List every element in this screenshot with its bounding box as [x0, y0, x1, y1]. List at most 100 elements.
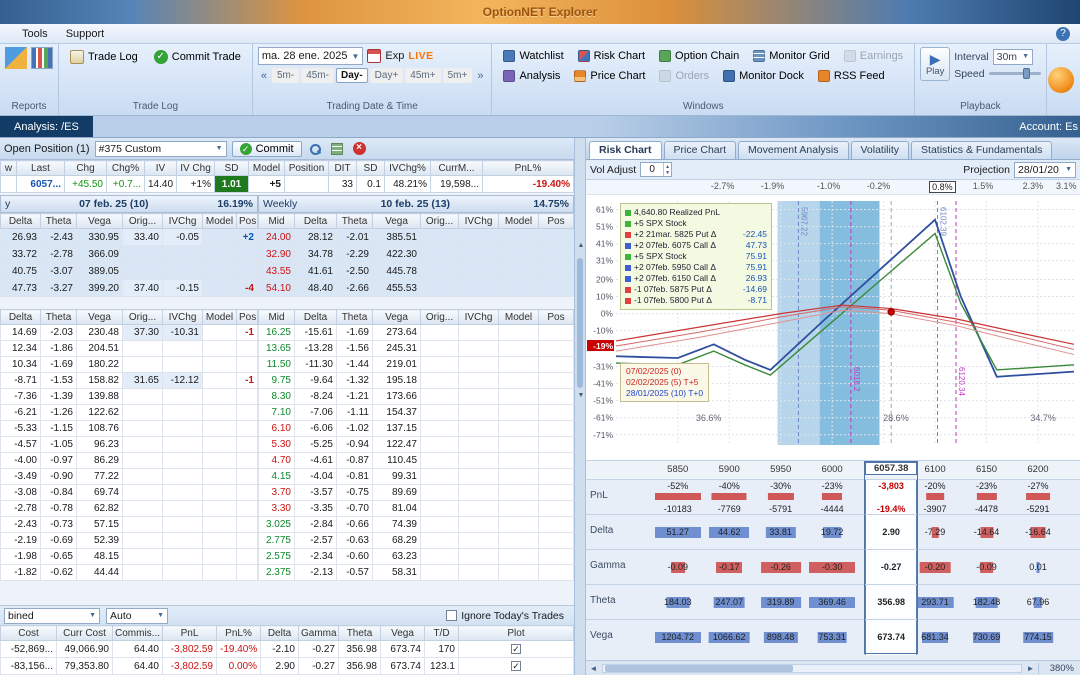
table-row[interactable]: 6.10 -6.06 -1.02 137.15 — [258, 420, 574, 437]
table-row[interactable]: 11.50 -11.30 -1.44 219.01 — [258, 356, 574, 373]
tab-analysis-es[interactable]: Analysis: /ES — [0, 116, 93, 137]
column-header[interactable]: Pos — [236, 309, 258, 325]
table-row[interactable]: -52,869... 49,066.90 64.40 -3,802.59 -19.40%… — [0, 640, 574, 658]
column-header[interactable]: Theta — [40, 213, 77, 229]
price-chart-button[interactable]: Price Chart — [568, 67, 651, 85]
nav-45m-back[interactable]: 45m- — [301, 68, 334, 83]
table-row[interactable]: 13.65 -13.28 -1.56 245.31 — [258, 340, 574, 357]
rewind-icon[interactable]: « — [258, 70, 270, 82]
column-header[interactable]: Model — [498, 213, 539, 229]
column-header[interactable]: Pos — [538, 309, 574, 325]
expiration-header-weekly[interactable]: Weekly 10 feb. 25 (13) 14.75% — [258, 195, 574, 213]
rss-feed-button[interactable]: RSS Feed — [812, 67, 891, 85]
table-row[interactable]: 14.69 -2.03 230.48 37.30 -10.31 -1 — [0, 324, 258, 341]
orders-button[interactable]: Orders — [653, 67, 715, 85]
table-row[interactable]: -3.49 -0.90 77.22 — [0, 468, 258, 485]
table-row[interactable]: 3.025 -2.84 -0.66 74.39 — [258, 516, 574, 533]
table-row[interactable]: -83,156... 79,353.80 64.40 -3,802.59 0.00% 2.… — [0, 657, 574, 675]
close-position-button[interactable]: × — [351, 140, 368, 157]
table-row[interactable]: -1.82 -0.62 44.44 — [0, 564, 258, 581]
table-row[interactable]: 4.70 -4.61 -0.87 110.45 — [258, 452, 574, 469]
table-row[interactable]: 47.73 -3.27 399.20 37.40 -0.15 -4 — [0, 279, 258, 297]
column-header[interactable]: Last — [16, 160, 65, 176]
menu-tools[interactable]: Tools — [22, 28, 48, 40]
column-header[interactable]: PnL — [162, 625, 217, 641]
ignore-trades-checkbox[interactable] — [446, 610, 458, 621]
search-button[interactable] — [307, 140, 324, 157]
column-header[interactable]: Delta — [0, 213, 41, 229]
watchlist-button[interactable]: Watchlist — [497, 47, 569, 65]
table-row[interactable]: 8.30 -8.24 -1.21 173.66 — [258, 388, 574, 405]
column-header[interactable]: Model — [202, 309, 237, 325]
column-header[interactable]: Pos — [236, 213, 258, 229]
column-header[interactable]: Theta — [336, 309, 373, 325]
column-header[interactable]: Curr Cost — [56, 625, 113, 641]
nav-5m-fwd[interactable]: 5m+ — [442, 68, 473, 83]
table-row[interactable]: -4.57 -1.05 96.23 — [0, 436, 258, 453]
table-row[interactable]: 26.93 -2.43 330.95 33.40 -0.05 +2 — [0, 228, 258, 246]
column-header[interactable]: Vega — [372, 213, 421, 229]
plot-checkbox[interactable]: ✓ — [511, 643, 521, 654]
table-row[interactable]: 43.55 41.61 -2.50 445.78 — [258, 262, 574, 280]
table-row[interactable]: 54.10 48.40 -2.66 455.53 — [258, 279, 574, 297]
column-header[interactable]: Delta — [294, 309, 337, 325]
expiration-header-monthly[interactable]: y 07 feb. 25 (10) 16.19% — [0, 195, 258, 213]
report-chart-icon[interactable] — [5, 47, 27, 69]
help-icon[interactable]: ? — [1056, 26, 1070, 41]
column-header[interactable]: SD — [356, 160, 385, 176]
table-row[interactable]: 4.15 -4.04 -0.81 99.31 — [258, 468, 574, 485]
column-header[interactable]: CurrM... — [430, 160, 483, 176]
column-header[interactable]: Model — [498, 309, 539, 325]
table-row[interactable]: 9.75 -9.64 -1.32 195.18 — [258, 372, 574, 389]
table-row[interactable]: 24.00 28.12 -2.01 385.51 — [258, 228, 574, 246]
earnings-button[interactable]: Earnings — [838, 47, 909, 65]
column-header[interactable]: Theta — [336, 213, 373, 229]
nav-5m-back[interactable]: 5m- — [271, 68, 300, 83]
table-row[interactable]: 3.70 -3.57 -0.75 89.69 — [258, 484, 574, 501]
column-header[interactable]: Theta — [40, 309, 77, 325]
interval-select[interactable]: 30m ▼ — [992, 48, 1033, 65]
column-header[interactable]: Orig... — [420, 309, 459, 325]
ignore-trades-control[interactable]: Ignore Today's Trades — [446, 610, 564, 622]
table-row[interactable]: 7.10 -7.06 -1.11 154.37 — [258, 404, 574, 421]
column-header[interactable]: IVChg — [458, 213, 499, 229]
scroll-right-icon[interactable]: ► — [1023, 664, 1038, 673]
forward-icon[interactable]: » — [474, 70, 486, 82]
column-header[interactable]: Mid — [258, 213, 295, 229]
column-header[interactable]: T/D — [424, 625, 459, 641]
speed-slider-thumb[interactable] — [1022, 68, 1030, 79]
column-header[interactable]: Plot — [458, 625, 574, 641]
column-header[interactable]: Chg — [64, 160, 107, 176]
table-row[interactable]: -5.33 -1.15 108.76 — [0, 420, 258, 437]
column-header[interactable]: IVChg — [162, 213, 203, 229]
plot-checkbox[interactable]: ✓ — [511, 660, 521, 671]
spinner-arrows-icon[interactable]: ▲ ▼ — [663, 163, 671, 176]
combined-select[interactable]: bined ▼ — [4, 607, 100, 624]
projection-date-select[interactable]: 28/01/20 ▼ — [1014, 161, 1076, 178]
table-row[interactable]: 16.25 -15.61 -1.69 273.64 — [258, 324, 574, 341]
column-header[interactable]: Commis... — [112, 625, 163, 641]
panel-splitter-scrollbar[interactable]: ▲ ▼ — [574, 138, 586, 675]
column-header[interactable]: Vega — [380, 625, 425, 641]
summary-row[interactable]: 6057... +45.50 +0.7... 14.40 +1% 1.01 +5… — [0, 175, 574, 193]
column-header[interactable]: DIT — [328, 160, 357, 176]
scroll-left-icon[interactable]: ◄ — [586, 664, 601, 673]
table-row[interactable]: -2.78 -0.78 62.82 — [0, 500, 258, 517]
speed-slider[interactable] — [988, 68, 1041, 79]
risk-chart-area[interactable]: 61% 51% 41% 31% 20% 10% 0% -10% -19% -31% -41% -51%… — [586, 195, 1080, 461]
column-header[interactable]: Orig... — [420, 213, 459, 229]
tab-volatility[interactable]: Volatility — [850, 141, 910, 159]
table-row[interactable]: -1.98 -0.65 48.15 — [0, 548, 258, 565]
column-header[interactable]: IV — [144, 160, 177, 176]
scrollbar-thumb[interactable] — [577, 258, 583, 388]
table-row[interactable]: 2.575 -2.34 -0.60 63.23 — [258, 548, 574, 565]
column-header[interactable]: Vega — [76, 213, 123, 229]
nav-45m-fwd[interactable]: 45m+ — [405, 68, 441, 83]
column-header[interactable]: Mid — [258, 309, 295, 325]
option-chain-button[interactable]: Option Chain — [653, 47, 745, 65]
table-row[interactable]: 40.75 -3.07 389.05 — [0, 262, 258, 280]
column-header[interactable]: Cost — [0, 625, 57, 641]
report-bars-icon[interactable] — [31, 47, 53, 69]
tab-movement-analysis[interactable]: Movement Analysis — [738, 141, 849, 159]
trading-date-input[interactable]: ma. 28 ene. 2025 ▼ — [257, 47, 364, 65]
